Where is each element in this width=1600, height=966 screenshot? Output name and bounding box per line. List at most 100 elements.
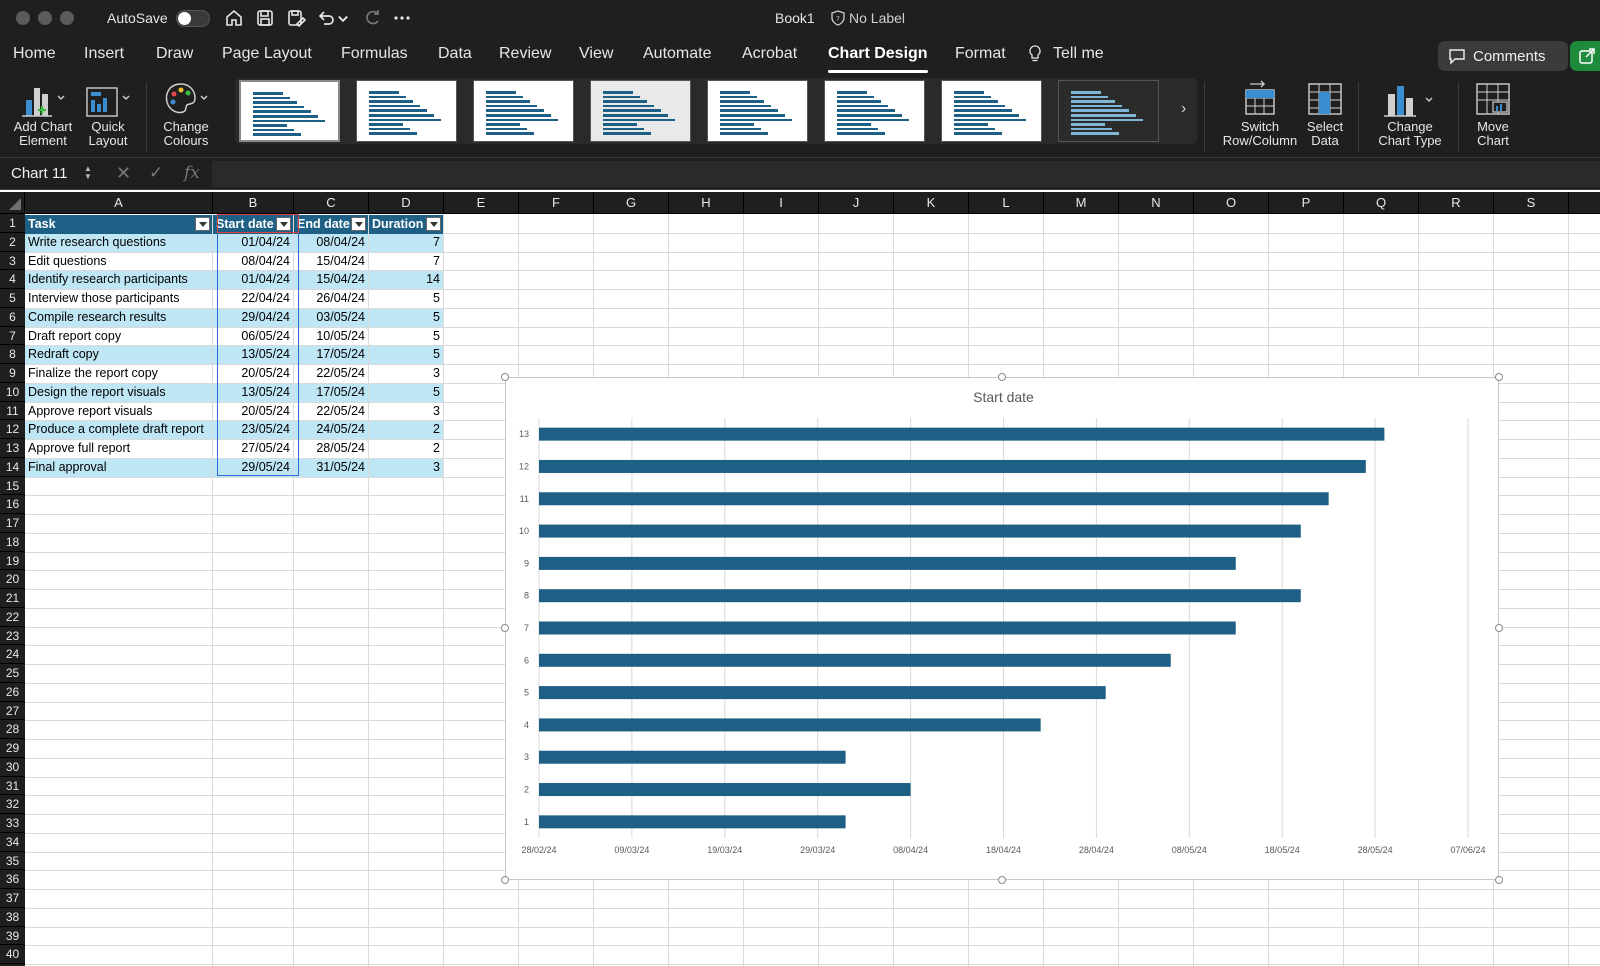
column-header-j[interactable]: J [819,192,894,214]
undo-dropdown-icon[interactable] [336,6,350,30]
row-header-17[interactable]: 17 [0,514,25,533]
row-header-36[interactable]: 36 [0,870,25,889]
filter-dropdown-icon[interactable] [276,217,291,231]
row-header-23[interactable]: 23 [0,627,25,646]
autosave-toggle[interactable] [176,10,210,27]
row-header-21[interactable]: 21 [0,589,25,608]
row-header-40[interactable]: 40 [0,945,25,964]
chart-style-thumbnail[interactable] [824,80,925,142]
redo-icon[interactable] [360,6,384,30]
chart-style-thumbnail[interactable] [473,80,574,142]
formula-input[interactable] [212,161,1600,187]
start-date-cell[interactable]: 29/05/24 [213,458,293,477]
filter-dropdown-icon[interactable] [351,217,366,231]
end-date-cell[interactable]: 17/05/24 [294,346,368,364]
end-date-cell[interactable]: 28/05/24 [294,440,368,458]
row-header-9[interactable]: 9 [0,364,25,383]
column-header-s[interactable]: S [1494,192,1569,214]
row-header-3[interactable]: 3 [0,252,25,271]
zoom-window-button[interactable] [60,11,74,25]
task-cell[interactable]: Approve report visuals [25,402,212,421]
duration-cell[interactable]: 2 [369,421,443,439]
end-date-cell[interactable]: 24/05/24 [294,421,368,439]
column-header-f[interactable]: F [519,192,594,214]
row-header-10[interactable]: 10 [0,383,25,402]
tab-acrobat[interactable]: Acrobat [742,45,797,63]
column-header-h[interactable]: H [669,192,744,214]
duration-cell[interactable]: 2 [369,440,443,458]
task-cell[interactable]: Redraft copy [25,346,212,364]
task-cell[interactable]: Finalize the report copy [25,365,212,383]
task-cell[interactable]: Identify research participants [25,271,212,289]
row-header-35[interactable]: 35 [0,852,25,871]
row-header-12[interactable]: 12 [0,420,25,439]
task-cell[interactable]: Final approval [25,458,212,477]
tell-me-search[interactable]: Tell me [1053,45,1104,63]
start-date-cell[interactable]: 22/04/24 [213,290,293,308]
switch-row-column-button[interactable]: Switch Row/Column [1222,78,1298,148]
row-header-5[interactable]: 5 [0,289,25,308]
chart-resize-handle[interactable] [1495,624,1503,632]
select-all-button[interactable] [0,192,25,214]
row-header-13[interactable]: 13 [0,439,25,458]
quick-layout-button[interactable]: Quick Layout [80,78,136,148]
row-header-8[interactable]: 8 [0,345,25,364]
start-date-cell[interactable]: 20/05/24 [213,402,293,421]
start-date-cell[interactable]: 27/05/24 [213,440,293,458]
end-date-cell[interactable]: 03/05/24 [294,308,368,327]
column-header-q[interactable]: Q [1344,192,1419,214]
row-header-30[interactable]: 30 [0,758,25,777]
chart-style-thumbnail[interactable] [590,80,691,142]
row-header-6[interactable]: 6 [0,308,25,327]
end-date-cell[interactable]: 22/05/24 [294,402,368,421]
row-header-11[interactable]: 11 [0,402,25,421]
row-header-20[interactable]: 20 [0,570,25,589]
chart-resize-handle[interactable] [998,876,1006,884]
row-header-26[interactable]: 26 [0,683,25,702]
save-icon[interactable] [253,6,277,30]
start-date-cell[interactable]: 13/05/24 [213,346,293,364]
tab-insert[interactable]: Insert [84,45,124,63]
row-header-34[interactable]: 34 [0,833,25,852]
home-icon[interactable] [222,6,246,30]
chart-style-thumbnail[interactable] [941,80,1042,142]
chart-style-thumbnail[interactable] [239,80,340,142]
row-header-31[interactable]: 31 [0,777,25,796]
chart-resize-handle[interactable] [1495,373,1503,381]
column-header-i[interactable]: I [744,192,819,214]
column-header-r[interactable]: R [1419,192,1494,214]
row-header-19[interactable]: 19 [0,552,25,571]
end-date-cell[interactable]: 08/04/24 [294,233,368,252]
move-chart-button[interactable]: Move Chart [1466,78,1520,148]
row-header-1[interactable]: 1 [0,214,25,233]
column-header-o[interactable]: O [1194,192,1269,214]
start-date-cell[interactable]: 01/04/24 [213,271,293,289]
column-header-l[interactable]: L [969,192,1044,214]
chart-resize-handle[interactable] [501,876,509,884]
tab-format[interactable]: Format [955,45,1006,63]
task-cell[interactable]: Draft report copy [25,327,212,346]
task-cell[interactable]: Produce a complete draft report [25,421,212,439]
column-header-a[interactable]: A [25,192,213,214]
table-header-start-date[interactable]: Start date [213,215,293,234]
chart-area[interactable]: Start date 28/02/24 09/03/24 19/03/24 29/03/… [505,377,1499,880]
row-header-7[interactable]: 7 [0,327,25,346]
row-header-27[interactable]: 27 [0,702,25,721]
task-cell[interactable]: Design the report visuals [25,383,212,402]
duration-cell[interactable]: 5 [369,383,443,402]
tab-draw[interactable]: Draw [156,45,193,63]
more-options-icon[interactable] [390,6,414,30]
end-date-cell[interactable]: 22/05/24 [294,365,368,383]
row-header-2[interactable]: 2 [0,233,25,252]
column-header-m[interactable]: M [1044,192,1119,214]
change-colours-button[interactable]: Change Colours [154,78,218,148]
minimize-window-button[interactable] [38,11,52,25]
row-header-22[interactable]: 22 [0,608,25,627]
close-window-button[interactable] [16,11,30,25]
row-header-32[interactable]: 32 [0,795,25,814]
row-header-33[interactable]: 33 [0,814,25,833]
name-box-stepper-icon[interactable]: ▲ ▼ [84,165,92,181]
row-header-37[interactable]: 37 [0,889,25,908]
duration-cell[interactable]: 7 [369,252,443,271]
row-header-28[interactable]: 28 [0,720,25,739]
